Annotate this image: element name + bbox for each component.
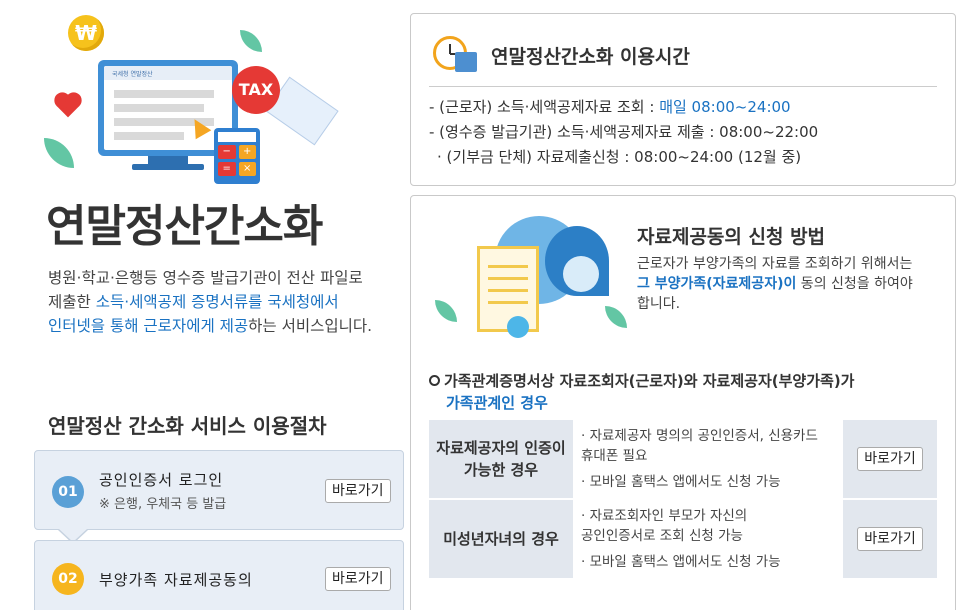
minor-child-go-button[interactable]: 바로가기: [857, 527, 923, 551]
login-go-button[interactable]: 바로가기: [325, 479, 391, 503]
step-label: 부양가족 자료제공동의: [99, 571, 253, 589]
won-coin-icon: ₩: [68, 15, 104, 51]
leaf-icon: [435, 300, 457, 322]
consent-method-table: 자료제공자의 인증이 가능한 경우 · 자료제공자 명의의 공인인증서, 신용카…: [429, 420, 937, 580]
usage-time-title: 연말정산간소화 이용시간: [491, 46, 690, 68]
step-consent: 02 부양가족 자료제공동의 바로가기: [34, 540, 404, 610]
table-row: 미성년자녀의 경우 · 자료조회자인 부모가 자신의 공인인증서로 조회 신청 …: [429, 500, 937, 580]
consent-go-button[interactable]: 바로가기: [325, 567, 391, 591]
step-label: 공인인증서 로그인: [99, 471, 224, 489]
authenticated-go-button[interactable]: 바로가기: [857, 447, 923, 471]
page-title: 연말정산간소화: [46, 201, 323, 252]
row-header: 자료제공자의 인증이 가능한 경우: [429, 420, 573, 500]
time-line-worker: - (근로자) 소득·세액공제자료 조회 : 매일 08:00~24:00: [429, 98, 791, 116]
calculator-icon: − + = ×: [214, 128, 260, 184]
screen-logo: 국세청 연말정산: [112, 71, 153, 78]
row-details: · 자료조회자인 부모가 자신의 공인인증서로 조회 신청 가능 · 모바일 홈…: [573, 500, 843, 580]
hero-illustration: ₩ 국세청 연말정산 TAX − + = ×: [40, 10, 340, 184]
row-details: · 자료제공자 명의의 공인인증서, 신용카드 휴대폰 필요 · 모바일 홈택스…: [573, 420, 843, 500]
divider: [429, 86, 937, 87]
leaf-icon: [44, 138, 74, 168]
consent-illustration: [435, 216, 627, 346]
circle-bullet-icon: [429, 375, 440, 386]
step-number: 02: [52, 563, 84, 595]
step-note: ※ 은행, 우체국 등 발급: [99, 497, 227, 512]
procedure-title: 연말정산 간소화 서비스 이용절차: [48, 414, 327, 438]
consent-apply-box: 자료제공동의 신청 방법 근로자가 부양가족의 자료를 조회하기 위해서는 그 …: [410, 195, 956, 610]
time-line-donation: · (기부금 단체) 자료제출신청 : 08:00~24:00 (12월 중): [437, 148, 802, 166]
step-number: 01: [52, 476, 84, 508]
family-condition: 가족관계증명서상 자료조회자(근로자)와 자료제공자(부양가족)가 가족관계인 …: [429, 370, 949, 414]
service-description: 병원·학교·은행등 영수증 발급기관이 전산 파일로 제출한 소득·세액공제 증…: [48, 269, 373, 335]
row-header: 미성년자녀의 경우: [429, 500, 573, 580]
heart-icon: [56, 94, 80, 118]
smiley-icon: [563, 256, 599, 292]
apply-description: 근로자가 부양가족의 자료를 조회하기 위해서는 그 부양가족(자료제공자)이 …: [637, 256, 913, 312]
document-icon: [477, 246, 539, 332]
leaf-icon: [605, 306, 627, 328]
table-row: 자료제공자의 인증이 가능한 경우 · 자료제공자 명의의 공인인증서, 신용카…: [429, 420, 937, 500]
leaf-icon: [240, 30, 262, 52]
tax-badge-icon: TAX: [232, 66, 280, 114]
apply-title: 자료제공동의 신청 방법: [637, 226, 826, 248]
step-login: 01 공인인증서 로그인 ※ 은행, 우체국 등 발급 바로가기: [34, 450, 404, 544]
usage-time-box: 연말정산간소화 이용시간 - (근로자) 소득·세액공제자료 조회 : 매일 0…: [410, 13, 956, 186]
seal-icon: [507, 316, 529, 338]
calendar-icon: [455, 52, 477, 72]
time-line-issuer: - (영수증 발급기관) 소득·세액공제자료 제출 : 08:00~22:00: [429, 123, 819, 141]
